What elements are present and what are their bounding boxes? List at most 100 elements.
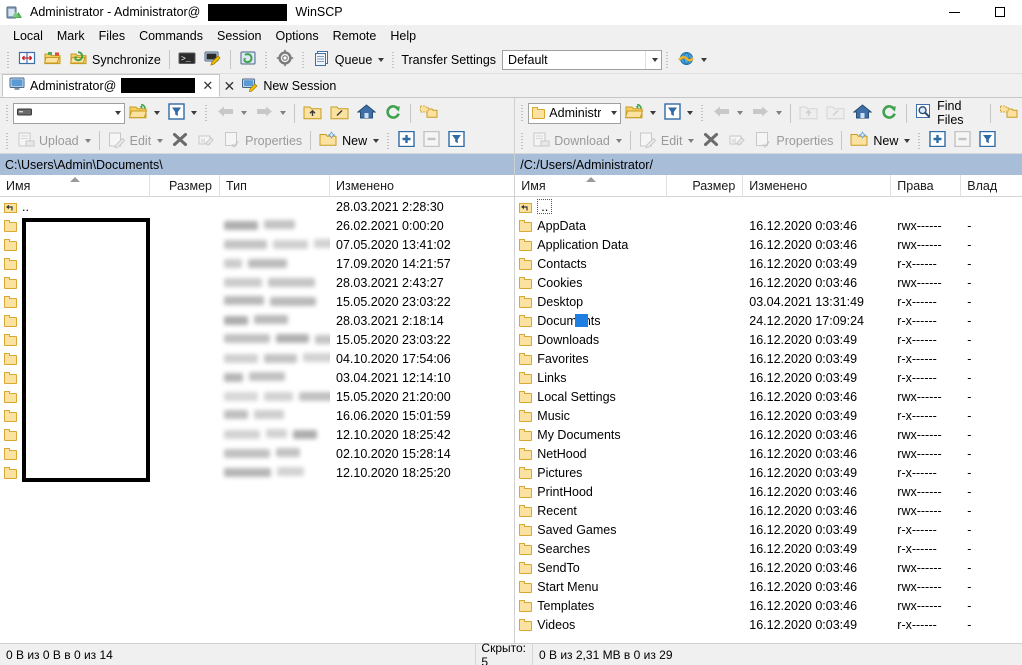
local-file-toolbar-grip-2[interactable] [386, 132, 391, 150]
table-row[interactable]: AppData16.12.2020 0:03:46rwx------- [515, 216, 1022, 235]
menu-help[interactable]: Help [383, 27, 423, 45]
table-row[interactable]: Templates16.12.2020 0:03:46rwx------- [515, 596, 1022, 615]
menu-commands[interactable]: Commands [132, 27, 210, 45]
table-row[interactable]: .. [515, 197, 1022, 216]
maximize-button[interactable] [977, 0, 1022, 25]
local-rename-button[interactable]: a| [193, 129, 219, 153]
table-row[interactable]: Links16.12.2020 0:03:49r-x------- [515, 368, 1022, 387]
menu-session[interactable]: Session [210, 27, 268, 45]
putty-button[interactable] [200, 48, 226, 72]
synchronize-button[interactable]: Synchronize [66, 48, 165, 72]
remote-home-button[interactable] [849, 101, 876, 125]
remote-edit-chevron-down-icon[interactable] [688, 139, 694, 143]
local-toolbar-grip-2[interactable] [204, 104, 209, 122]
local-properties-button[interactable]: Properties [219, 129, 306, 153]
remote-back-chevron-down-icon[interactable] [737, 111, 743, 115]
menu-mark[interactable]: Mark [50, 27, 92, 45]
remote-file-list[interactable]: ..AppData16.12.2020 0:03:46rwx-------App… [515, 197, 1022, 643]
remote-file-toolbar-grip-2[interactable] [917, 132, 922, 150]
remote-col-rights[interactable]: Права [891, 175, 961, 197]
remote-bookmarks-button[interactable] [995, 101, 1022, 125]
local-unselect-button[interactable] [419, 129, 444, 153]
table-row[interactable]: Start Menu16.12.2020 0:03:46rwx------- [515, 577, 1022, 596]
transfer-settings-preset-button[interactable] [673, 48, 711, 72]
menu-files[interactable]: Files [92, 27, 132, 45]
remote-back-button[interactable] [708, 101, 747, 125]
local-new-chevron-down-icon[interactable] [373, 139, 379, 143]
toolbar-grip-3[interactable] [301, 51, 306, 69]
remote-filter-chevron-down-icon[interactable] [687, 111, 693, 115]
table-row[interactable]: ..28.03.2021 2:28:30 [0, 197, 514, 216]
menu-options[interactable]: Options [268, 27, 325, 45]
session-tab[interactable]: Administrator@ ✕ [2, 74, 220, 97]
local-col-type[interactable]: Тип [220, 175, 330, 197]
remote-select-mask-button[interactable] [975, 129, 1000, 153]
queue-chevron-down-icon[interactable] [378, 58, 384, 62]
remote-properties-button[interactable]: Properties [750, 129, 837, 153]
local-back-button[interactable] [212, 101, 251, 125]
local-open-directory-button[interactable] [125, 101, 164, 125]
table-row[interactable]: Desktop03.04.2021 13:31:49r-x------- [515, 292, 1022, 311]
local-select-button[interactable] [394, 129, 419, 153]
remote-open-dir-chevron-down-icon[interactable] [650, 111, 656, 115]
upload-chevron-down-icon[interactable] [85, 139, 91, 143]
remote-toolbar-grip-2[interactable] [700, 104, 705, 122]
local-col-name[interactable]: Имя [0, 175, 150, 197]
download-button[interactable]: Download [528, 129, 626, 153]
local-file-list[interactable]: ..28.03.2021 2:28:3026.02.2021 0:00:2007… [0, 197, 514, 643]
local-file-toolbar-grip[interactable] [5, 132, 10, 150]
local-address-bar[interactable]: C:\Users\Admin\Documents\ [0, 154, 514, 175]
console-button[interactable]: >_ [174, 48, 200, 72]
remote-col-size[interactable]: Размер [667, 175, 743, 197]
table-row[interactable]: Music16.12.2020 0:03:49r-x------- [515, 406, 1022, 425]
transfer-preset-chevron-down-icon[interactable] [701, 58, 707, 62]
remote-toolbar-grip[interactable] [520, 104, 525, 122]
session-tab-close-button[interactable]: ✕ [200, 78, 215, 94]
remote-file-toolbar-grip[interactable] [520, 132, 525, 150]
local-open-dir-chevron-down-icon[interactable] [154, 111, 160, 115]
close-session-button[interactable]: ✕ [220, 75, 238, 97]
local-edit-chevron-down-icon[interactable] [157, 139, 163, 143]
local-forward-button[interactable] [251, 101, 290, 125]
local-new-button[interactable]: New [315, 129, 383, 153]
remote-rename-button[interactable]: a| [724, 129, 750, 153]
remote-path-combo[interactable]: Administr [528, 103, 621, 124]
local-drive-chevron-down-icon[interactable] [109, 104, 124, 123]
toolbar-grip-4[interactable] [391, 51, 396, 69]
preferences-button[interactable] [272, 48, 298, 72]
remote-new-chevron-down-icon[interactable] [904, 139, 910, 143]
local-delete-button[interactable] [167, 129, 193, 153]
menu-local[interactable]: Local [6, 27, 50, 45]
remote-filter-button[interactable] [660, 101, 697, 125]
local-refresh-button[interactable] [380, 101, 406, 125]
remote-parent-directory-button[interactable] [795, 101, 822, 125]
table-row[interactable]: My Documents16.12.2020 0:03:46rwx------- [515, 425, 1022, 444]
local-edit-button[interactable]: Edit [104, 129, 168, 153]
table-row[interactable]: Searches16.12.2020 0:03:49r-x------- [515, 539, 1022, 558]
remote-delete-button[interactable] [698, 129, 724, 153]
remote-forward-button[interactable] [747, 101, 786, 125]
local-parent-directory-button[interactable] [299, 101, 326, 125]
table-row[interactable]: Downloads16.12.2020 0:03:49r-x------- [515, 330, 1022, 349]
table-row[interactable]: SendTo16.12.2020 0:03:46rwx------- [515, 558, 1022, 577]
download-chevron-down-icon[interactable] [616, 139, 622, 143]
panels-button[interactable] [14, 48, 40, 72]
remote-new-button[interactable]: New [846, 129, 914, 153]
table-row[interactable]: Cookies16.12.2020 0:03:46rwx------- [515, 273, 1022, 292]
local-toolbar-grip[interactable] [5, 104, 10, 122]
local-bookmarks-button[interactable] [415, 101, 442, 125]
local-filter-button[interactable] [164, 101, 201, 125]
remote-col-modified[interactable]: Изменено [743, 175, 891, 197]
new-session-tab[interactable]: New Session [238, 75, 344, 97]
find-files-button[interactable]: Find Files [911, 101, 986, 125]
transfer-settings-chevron-down-icon[interactable] [645, 51, 661, 69]
remote-path-chevron-down-icon[interactable] [605, 104, 620, 123]
refresh-sessions-button[interactable] [235, 48, 261, 72]
transfer-settings-combo[interactable]: Default [502, 50, 662, 70]
queue-button[interactable]: Queue [309, 48, 389, 72]
menu-remote[interactable]: Remote [326, 27, 384, 45]
remote-root-directory-button[interactable] [822, 101, 849, 125]
table-row[interactable]: Videos16.12.2020 0:03:49r-x------- [515, 615, 1022, 634]
local-col-modified[interactable]: Изменено [330, 175, 530, 197]
remote-edit-button[interactable]: Edit [635, 129, 699, 153]
